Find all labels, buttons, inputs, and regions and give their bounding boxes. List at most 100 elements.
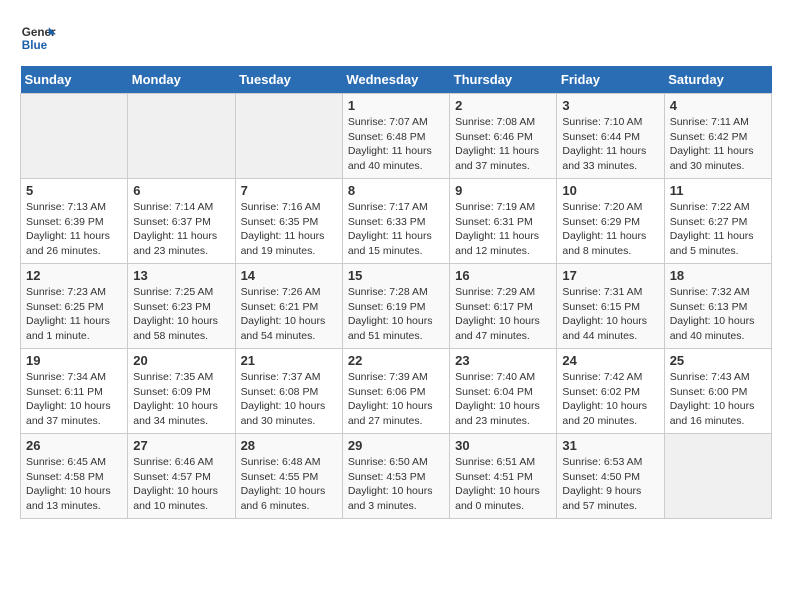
calendar-cell: 19 Sunrise: 7:34 AM Sunset: 6:11 PM Dayli…	[21, 349, 128, 434]
day-number: 29	[348, 438, 444, 453]
day-number: 15	[348, 268, 444, 283]
calendar-cell: 3 Sunrise: 7:10 AM Sunset: 6:44 PM Daylig…	[557, 94, 664, 179]
calendar-cell	[664, 434, 771, 519]
day-detail: Sunrise: 7:35 AM Sunset: 6:09 PM Dayligh…	[133, 370, 229, 429]
week-row-4: 19 Sunrise: 7:34 AM Sunset: 6:11 PM Dayli…	[21, 349, 772, 434]
weekday-header-saturday: Saturday	[664, 66, 771, 94]
day-detail: Sunrise: 6:53 AM Sunset: 4:50 PM Dayligh…	[562, 455, 658, 514]
calendar-cell: 2Sunrise: 7:08 AM Sunset: 6:46 PM Daylig…	[450, 94, 557, 179]
day-number: 20	[133, 353, 229, 368]
day-detail: Sunrise: 7:22 AM Sunset: 6:27 PM Dayligh…	[670, 200, 766, 259]
week-row-1: 1 Sunrise: 7:07 AM Sunset: 6:48 PM Daylig…	[21, 94, 772, 179]
day-number: 18	[670, 268, 766, 283]
logo: General Blue	[20, 20, 56, 56]
day-detail: Sunrise: 7:11 AM Sunset: 6:42 PM Dayligh…	[670, 115, 766, 174]
day-detail: Sunrise: 7:39 AM Sunset: 6:06 PM Dayligh…	[348, 370, 444, 429]
day-number: 6	[133, 183, 229, 198]
calendar-cell: 28Sunrise: 6:48 AM Sunset: 4:55 PM Dayli…	[235, 434, 342, 519]
day-detail: Sunrise: 7:29 AM Sunset: 6:17 PM Dayligh…	[455, 285, 551, 344]
calendar-cell: 15Sunrise: 7:28 AM Sunset: 6:19 PM Dayli…	[342, 264, 449, 349]
page-header: General Blue	[20, 20, 772, 56]
day-detail: Sunrise: 7:42 AM Sunset: 6:02 PM Dayligh…	[562, 370, 658, 429]
day-detail: Sunrise: 6:51 AM Sunset: 4:51 PM Dayligh…	[455, 455, 551, 514]
day-detail: Sunrise: 7:10 AM Sunset: 6:44 PM Dayligh…	[562, 115, 658, 174]
day-number: 13	[133, 268, 229, 283]
calendar-cell: 12 Sunrise: 7:23 AM Sunset: 6:25 PM Dayli…	[21, 264, 128, 349]
calendar-cell: 24 Sunrise: 7:42 AM Sunset: 6:02 PM Dayli…	[557, 349, 664, 434]
weekday-header-wednesday: Wednesday	[342, 66, 449, 94]
calendar-cell: 31 Sunrise: 6:53 AM Sunset: 4:50 PM Dayli…	[557, 434, 664, 519]
day-number: 12	[26, 268, 122, 283]
calendar-cell: 17 Sunrise: 7:31 AM Sunset: 6:15 PM Dayli…	[557, 264, 664, 349]
day-detail: Sunrise: 7:37 AM Sunset: 6:08 PM Dayligh…	[241, 370, 337, 429]
day-number: 19	[26, 353, 122, 368]
day-number: 14	[241, 268, 337, 283]
weekday-header-monday: Monday	[128, 66, 235, 94]
calendar-cell	[235, 94, 342, 179]
day-number: 27	[133, 438, 229, 453]
day-detail: Sunrise: 7:25 AM Sunset: 6:23 PM Dayligh…	[133, 285, 229, 344]
day-detail: Sunrise: 7:14 AM Sunset: 6:37 PM Dayligh…	[133, 200, 229, 259]
calendar-cell: 8 Sunrise: 7:17 AM Sunset: 6:33 PM Daylig…	[342, 179, 449, 264]
svg-text:Blue: Blue	[22, 39, 48, 52]
day-number: 7	[241, 183, 337, 198]
day-number: 24	[562, 353, 658, 368]
day-number: 25	[670, 353, 766, 368]
day-number: 1	[348, 98, 444, 113]
calendar-cell: 11 Sunrise: 7:22 AM Sunset: 6:27 PM Dayli…	[664, 179, 771, 264]
calendar-cell: 29Sunrise: 6:50 AM Sunset: 4:53 PM Dayli…	[342, 434, 449, 519]
week-row-3: 12 Sunrise: 7:23 AM Sunset: 6:25 PM Dayli…	[21, 264, 772, 349]
weekday-header-friday: Friday	[557, 66, 664, 94]
day-number: 10	[562, 183, 658, 198]
day-number: 9	[455, 183, 551, 198]
day-number: 23	[455, 353, 551, 368]
calendar-cell: 25Sunrise: 7:43 AM Sunset: 6:00 PM Dayli…	[664, 349, 771, 434]
weekday-header-row: SundayMondayTuesdayWednesdayThursdayFrid…	[21, 66, 772, 94]
day-number: 16	[455, 268, 551, 283]
calendar-cell: 6 Sunrise: 7:14 AM Sunset: 6:37 PM Daylig…	[128, 179, 235, 264]
day-detail: Sunrise: 7:26 AM Sunset: 6:21 PM Dayligh…	[241, 285, 337, 344]
day-detail: Sunrise: 7:20 AM Sunset: 6:29 PM Dayligh…	[562, 200, 658, 259]
day-number: 11	[670, 183, 766, 198]
day-number: 4	[670, 98, 766, 113]
calendar-cell: 23 Sunrise: 7:40 AM Sunset: 6:04 PM Dayli…	[450, 349, 557, 434]
calendar-cell: 22Sunrise: 7:39 AM Sunset: 6:06 PM Dayli…	[342, 349, 449, 434]
day-number: 3	[562, 98, 658, 113]
calendar-cell: 14 Sunrise: 7:26 AM Sunset: 6:21 PM Dayli…	[235, 264, 342, 349]
day-number: 31	[562, 438, 658, 453]
day-detail: Sunrise: 6:45 AM Sunset: 4:58 PM Dayligh…	[26, 455, 122, 514]
day-number: 21	[241, 353, 337, 368]
logo-icon: General Blue	[20, 20, 56, 56]
day-number: 17	[562, 268, 658, 283]
calendar-cell	[128, 94, 235, 179]
calendar-cell: 1 Sunrise: 7:07 AM Sunset: 6:48 PM Daylig…	[342, 94, 449, 179]
week-row-2: 5Sunrise: 7:13 AM Sunset: 6:39 PM Daylig…	[21, 179, 772, 264]
day-detail: Sunrise: 7:07 AM Sunset: 6:48 PM Dayligh…	[348, 115, 444, 174]
weekday-header-sunday: Sunday	[21, 66, 128, 94]
day-detail: Sunrise: 7:40 AM Sunset: 6:04 PM Dayligh…	[455, 370, 551, 429]
calendar-cell: 9 Sunrise: 7:19 AM Sunset: 6:31 PM Daylig…	[450, 179, 557, 264]
day-detail: Sunrise: 7:17 AM Sunset: 6:33 PM Dayligh…	[348, 200, 444, 259]
weekday-header-thursday: Thursday	[450, 66, 557, 94]
day-detail: Sunrise: 7:19 AM Sunset: 6:31 PM Dayligh…	[455, 200, 551, 259]
calendar-cell: 26Sunrise: 6:45 AM Sunset: 4:58 PM Dayli…	[21, 434, 128, 519]
calendar-cell: 10 Sunrise: 7:20 AM Sunset: 6:29 PM Dayli…	[557, 179, 664, 264]
calendar-cell: 20 Sunrise: 7:35 AM Sunset: 6:09 PM Dayli…	[128, 349, 235, 434]
day-detail: Sunrise: 7:32 AM Sunset: 6:13 PM Dayligh…	[670, 285, 766, 344]
day-number: 8	[348, 183, 444, 198]
calendar-cell: 18 Sunrise: 7:32 AM Sunset: 6:13 PM Dayli…	[664, 264, 771, 349]
day-detail: Sunrise: 7:23 AM Sunset: 6:25 PM Dayligh…	[26, 285, 122, 344]
calendar-body: 1 Sunrise: 7:07 AM Sunset: 6:48 PM Daylig…	[21, 94, 772, 519]
day-detail: Sunrise: 7:08 AM Sunset: 6:46 PM Dayligh…	[455, 115, 551, 174]
day-detail: Sunrise: 7:13 AM Sunset: 6:39 PM Dayligh…	[26, 200, 122, 259]
day-detail: Sunrise: 7:31 AM Sunset: 6:15 PM Dayligh…	[562, 285, 658, 344]
calendar-cell: 16 Sunrise: 7:29 AM Sunset: 6:17 PM Dayli…	[450, 264, 557, 349]
calendar-cell: 5Sunrise: 7:13 AM Sunset: 6:39 PM Daylig…	[21, 179, 128, 264]
day-detail: Sunrise: 7:34 AM Sunset: 6:11 PM Dayligh…	[26, 370, 122, 429]
day-number: 28	[241, 438, 337, 453]
calendar-cell: 30Sunrise: 6:51 AM Sunset: 4:51 PM Dayli…	[450, 434, 557, 519]
calendar-cell: 4 Sunrise: 7:11 AM Sunset: 6:42 PM Daylig…	[664, 94, 771, 179]
calendar-cell: 13 Sunrise: 7:25 AM Sunset: 6:23 PM Dayli…	[128, 264, 235, 349]
calendar-cell: 7 Sunrise: 7:16 AM Sunset: 6:35 PM Daylig…	[235, 179, 342, 264]
day-detail: Sunrise: 7:16 AM Sunset: 6:35 PM Dayligh…	[241, 200, 337, 259]
